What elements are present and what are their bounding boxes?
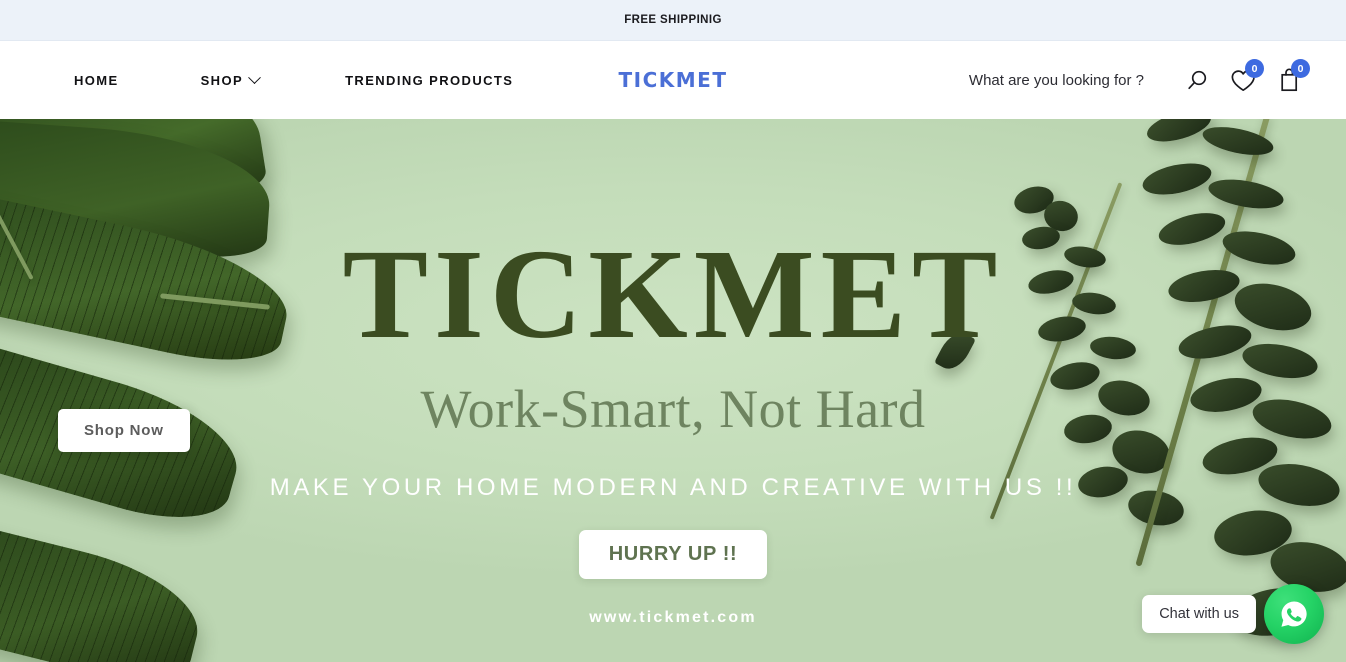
nav-item-shop[interactable]: SHOP [200, 65, 261, 96]
nav-item-home-label: HOME [74, 72, 119, 88]
whatsapp-icon [1281, 601, 1307, 627]
logo-text: TICKMET [618, 68, 728, 92]
hero-leaves-right [934, 119, 1346, 662]
wishlist-count-badge: 0 [1245, 59, 1264, 78]
site-header: HOME SHOP TRENDING PRODUCTS TICKMET What… [0, 41, 1346, 119]
shop-now-button[interactable]: Shop Now [58, 409, 190, 452]
chat-widget: Chat with us [1142, 584, 1324, 644]
hurry-up-button[interactable]: HURRY UP !! [578, 529, 768, 579]
wishlist-button[interactable]: 0 [1220, 57, 1266, 103]
nav-item-trending-products-label: TRENDING PRODUCTS [345, 72, 514, 88]
nav-item-shop-label: SHOP [200, 72, 244, 88]
announcement-bar: FREE SHIPPINIG [0, 0, 1346, 41]
cart-count-badge: 0 [1291, 59, 1310, 78]
announcement-text: FREE SHIPPINIG [624, 14, 722, 26]
search-input[interactable]: What are you looking for ? [969, 72, 1144, 89]
main-navigation: HOME SHOP TRENDING PRODUCTS [74, 65, 513, 96]
search-button[interactable] [1174, 57, 1220, 103]
chevron-down-icon [248, 70, 261, 84]
site-logo[interactable]: TICKMET [619, 68, 728, 92]
cart-button[interactable]: 0 [1266, 57, 1312, 103]
hero-leaves-left [0, 119, 330, 662]
hero-banner: TICKMET Work-Smart, Not Hard MAKE YOUR H… [0, 119, 1346, 662]
nav-item-home[interactable]: HOME [74, 65, 119, 96]
search-icon [1187, 70, 1206, 89]
chat-with-us-label[interactable]: Chat with us [1142, 595, 1256, 633]
nav-item-trending-products[interactable]: TRENDING PRODUCTS [345, 65, 513, 96]
whatsapp-chat-button[interactable] [1264, 584, 1324, 644]
header-actions: What are you looking for ? 0 0 [969, 57, 1312, 103]
